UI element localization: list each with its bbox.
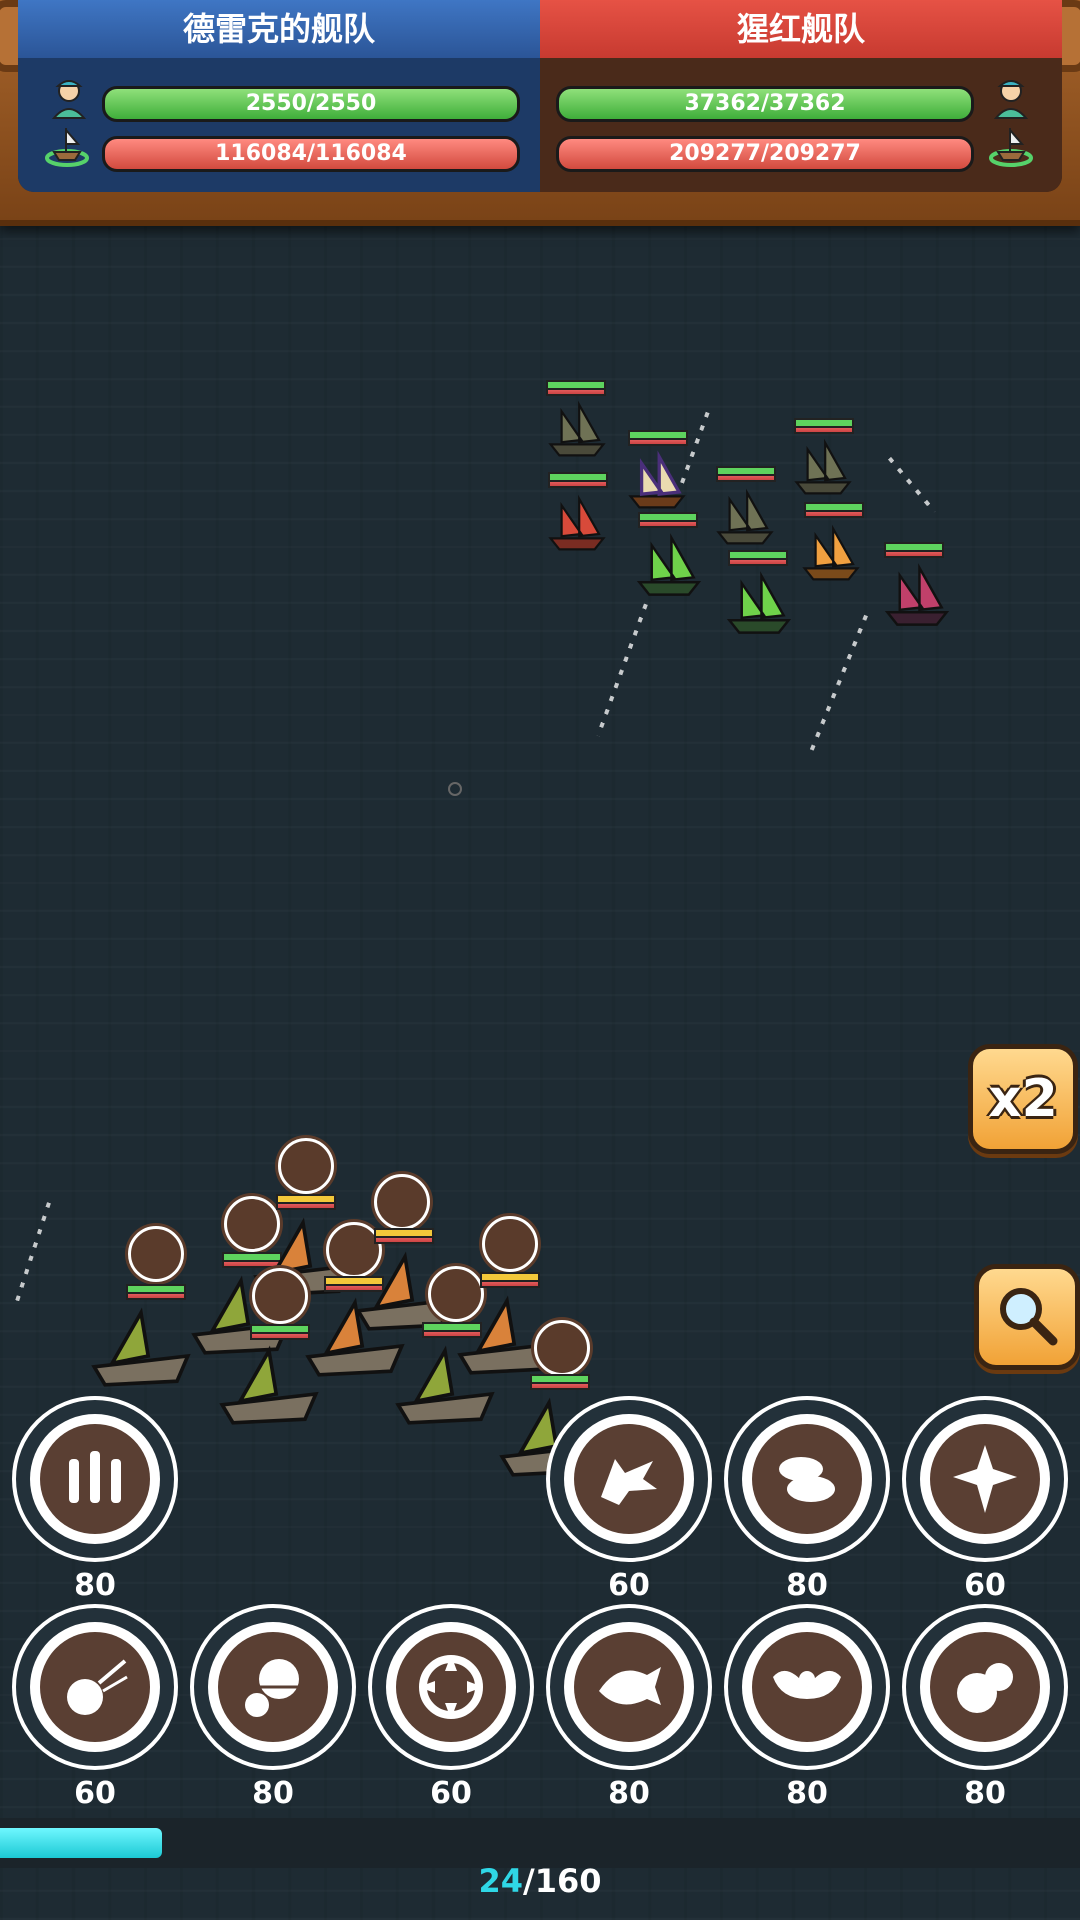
enemy-hp-bar (794, 418, 854, 434)
enemy-hp-bar (546, 380, 606, 396)
enemy-hp-bar (628, 430, 688, 446)
ship-skill-indicator (128, 1226, 184, 1282)
right-team-name: 猩红舰队 (540, 0, 1062, 58)
fish-icon (599, 1667, 661, 1705)
energy-counter: 24/160 (0, 1862, 1080, 1900)
ally-hp-bar (374, 1228, 434, 1244)
ally-ship[interactable] (214, 1340, 324, 1430)
ship-skill-indicator (482, 1216, 538, 1272)
cannonball-icon (67, 1659, 128, 1715)
enemy-ship[interactable] (722, 566, 796, 640)
enemy-hp-bar (728, 550, 788, 566)
enemy-ship[interactable] (544, 396, 610, 462)
energy-current: 24 (478, 1862, 524, 1900)
projectile-trail (13, 1202, 51, 1308)
skill-cost: 60 (964, 1568, 1006, 1603)
skill-button-armor[interactable]: 80 (190, 1604, 356, 1811)
crew-icon (993, 80, 1029, 119)
crew-icon (51, 80, 87, 119)
ship-skill-indicator (534, 1320, 590, 1376)
skill-button-burst[interactable]: 60 (902, 1396, 1068, 1603)
skill-button-cannons[interactable]: 80 (12, 1396, 178, 1603)
skill-button-rolls[interactable]: 80 (724, 1396, 890, 1603)
ship-skill-indicator (252, 1268, 308, 1324)
enemy-hp-bar (884, 542, 944, 558)
target-marker (448, 782, 462, 796)
energy-bar (0, 1818, 1080, 1868)
right-crew-hp-bar: 37362/37362 (556, 86, 974, 122)
armor-icon (245, 1659, 303, 1717)
enemy-ship[interactable] (544, 490, 610, 556)
ally-ship[interactable] (86, 1302, 196, 1392)
blob-icon (957, 1663, 1013, 1713)
skill-cost: 80 (786, 1776, 828, 1811)
enemy-hp-bar (804, 502, 864, 518)
ally-hp-bar (276, 1194, 336, 1210)
burst-icon (953, 1445, 1017, 1513)
wings-icon (773, 1670, 841, 1699)
enemy-ship[interactable] (790, 434, 856, 500)
projectile-trail (596, 603, 648, 737)
wolf-icon (601, 1459, 657, 1505)
skill-button-cannonball[interactable]: 60 (12, 1604, 178, 1811)
projectile-trail (808, 614, 868, 756)
ally-hp-bar (126, 1284, 186, 1300)
skill-button-wings[interactable]: 80 (724, 1604, 890, 1811)
ally-hp-bar (530, 1374, 590, 1390)
enemy-hp-bar (716, 466, 776, 482)
speed-x2-label: x2 (988, 1069, 1058, 1129)
ship-icon (989, 128, 1033, 167)
skill-cost: 80 (74, 1568, 116, 1603)
left-team-panel: 德雷克的舰队 2550/2550 116084/116084 (18, 0, 540, 192)
skill-cost: 80 (252, 1776, 294, 1811)
energy-max: /160 (523, 1862, 602, 1900)
skill-button-fish[interactable]: 80 (546, 1604, 712, 1811)
hud-panel: 德雷克的舰队 2550/2550 116084/116084 猩红舰队 3736… (18, 0, 1062, 192)
left-ship-hp-bar: 116084/116084 (102, 136, 520, 172)
cannons-icon (69, 1451, 121, 1503)
right-ship-hp-bar: 209277/209277 (556, 136, 974, 172)
ally-hp-bar (250, 1324, 310, 1340)
ship-skill-indicator (278, 1138, 334, 1194)
ally-hp-bar (480, 1272, 540, 1288)
skill-cost: 60 (608, 1568, 650, 1603)
enemy-hp-bar (548, 472, 608, 488)
enemy-hp-bar (638, 512, 698, 528)
skill-cost: 60 (74, 1776, 116, 1811)
rolls-icon (779, 1457, 835, 1502)
skill-button-target[interactable]: 60 (368, 1604, 534, 1811)
skill-button-blob[interactable]: 80 (902, 1604, 1068, 1811)
enemy-ship[interactable] (880, 558, 954, 632)
enemy-ship[interactable] (632, 528, 706, 602)
battle-hud: 德雷克的舰队 2550/2550 116084/116084 猩红舰队 3736… (0, 0, 1080, 226)
left-crew-hp-bar: 2550/2550 (102, 86, 520, 122)
skill-cost: 80 (786, 1568, 828, 1603)
ship-skill-indicator (374, 1174, 430, 1230)
skill-cost: 80 (964, 1776, 1006, 1811)
projectile-trail (887, 456, 937, 514)
right-team-panel: 猩红舰队 37362/37362 209277/209277 (540, 0, 1062, 192)
enemy-ship[interactable] (798, 520, 864, 586)
ship-icon (45, 128, 89, 167)
target-icon (419, 1655, 483, 1719)
energy-fill (0, 1828, 162, 1858)
magnifier-icon (1000, 1288, 1058, 1346)
enemy-ship[interactable] (712, 484, 778, 550)
skill-cost: 80 (608, 1776, 650, 1811)
skill-cost: 60 (430, 1776, 472, 1811)
skill-button-wolf[interactable]: 60 (546, 1396, 712, 1603)
speed-x2-button[interactable]: x2 (968, 1044, 1078, 1154)
magnify-button[interactable] (974, 1264, 1080, 1370)
left-team-name: 德雷克的舰队 (18, 0, 540, 58)
